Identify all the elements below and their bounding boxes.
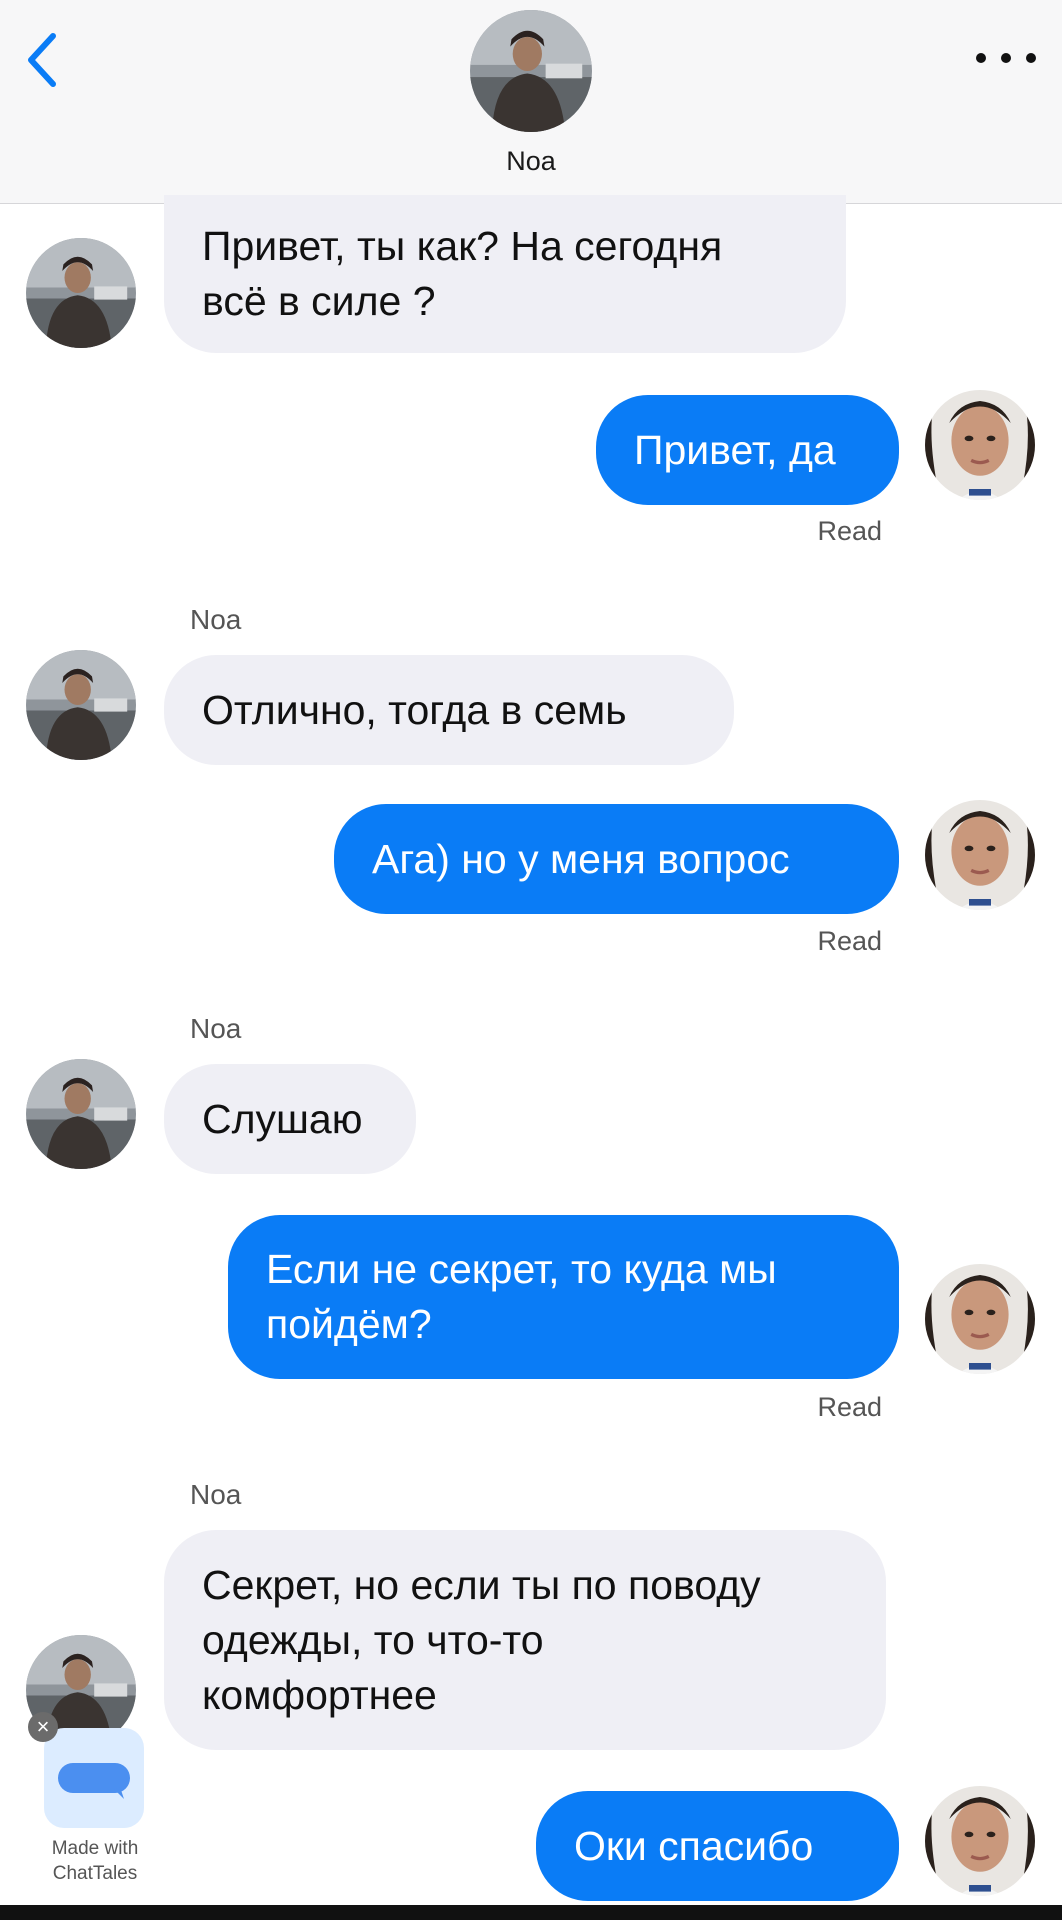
- contact-avatar-small: [26, 1059, 136, 1169]
- message-bubble-outgoing[interactable]: Привет, да: [596, 395, 899, 505]
- sender-name: Noa: [190, 604, 242, 635]
- contact-avatar[interactable]: [470, 10, 592, 132]
- message-text: Оки спасибо: [574, 1822, 814, 1869]
- chevron-left-icon: [28, 33, 56, 87]
- back-button[interactable]: [20, 28, 64, 92]
- message-line: всё в силе ?: [202, 278, 436, 324]
- message-line: Если не секрет, то куда мы: [266, 1246, 777, 1292]
- more-options-button[interactable]: [976, 40, 1036, 76]
- message-bubble-incoming[interactable]: Отлично, тогда в семь: [164, 655, 734, 765]
- message-line: одежды, то что-то: [202, 1616, 544, 1663]
- bottom-edge: [0, 1905, 1062, 1920]
- my-avatar: [925, 800, 1035, 910]
- message-line: Привет, ты как? На сегодня: [202, 223, 723, 269]
- contact-avatar-small: [26, 238, 136, 348]
- chattales-badge[interactable]: [44, 1728, 144, 1828]
- my-avatar: [925, 1264, 1035, 1374]
- my-avatar: [925, 1786, 1035, 1896]
- watermark-line: Made with: [51, 1838, 139, 1859]
- read-receipt: Read: [817, 926, 882, 956]
- message-bubble-outgoing[interactable]: Ага) но у меня вопрос: [334, 804, 899, 914]
- more-horizontal-icon: [976, 53, 986, 63]
- message-line: комфортнее: [202, 1671, 437, 1718]
- message-text: Слушаю: [202, 1095, 363, 1142]
- message-line: пойдём?: [266, 1301, 432, 1347]
- contact-name[interactable]: Noa: [0, 146, 1062, 177]
- message-text: Ага) но у меня вопрос: [372, 835, 790, 882]
- chat-bubble-icon: [58, 1763, 130, 1799]
- contact-avatar-small: [26, 650, 136, 760]
- read-receipt: Read: [817, 1392, 882, 1422]
- sender-name: Noa: [190, 1479, 242, 1510]
- chat-header: Noa: [0, 0, 1062, 204]
- message-bubble-incoming[interactable]: Привет, ты как? На сегодня всё в силе ?: [164, 195, 846, 353]
- close-icon[interactable]: ×: [28, 1712, 58, 1742]
- watermark-line: ChatTales: [52, 1863, 138, 1884]
- message-text: Привет, да: [634, 426, 836, 473]
- watermark-text: Made with ChatTales: [20, 1836, 170, 1886]
- message-text: Отлично, тогда в семь: [202, 686, 627, 733]
- message-line: Секрет, но если ты по поводу: [202, 1561, 761, 1608]
- my-avatar: [925, 390, 1035, 500]
- read-receipt: Read: [817, 516, 882, 546]
- message-bubble-outgoing[interactable]: Если не секрет, то куда мы пойдём?: [228, 1215, 899, 1379]
- message-bubble-incoming[interactable]: Слушаю: [164, 1064, 416, 1174]
- message-bubble-incoming[interactable]: Секрет, но если ты по поводу одежды, то …: [164, 1530, 886, 1750]
- sender-name: Noa: [190, 1013, 242, 1044]
- message-bubble-outgoing[interactable]: Оки спасибо: [536, 1791, 899, 1901]
